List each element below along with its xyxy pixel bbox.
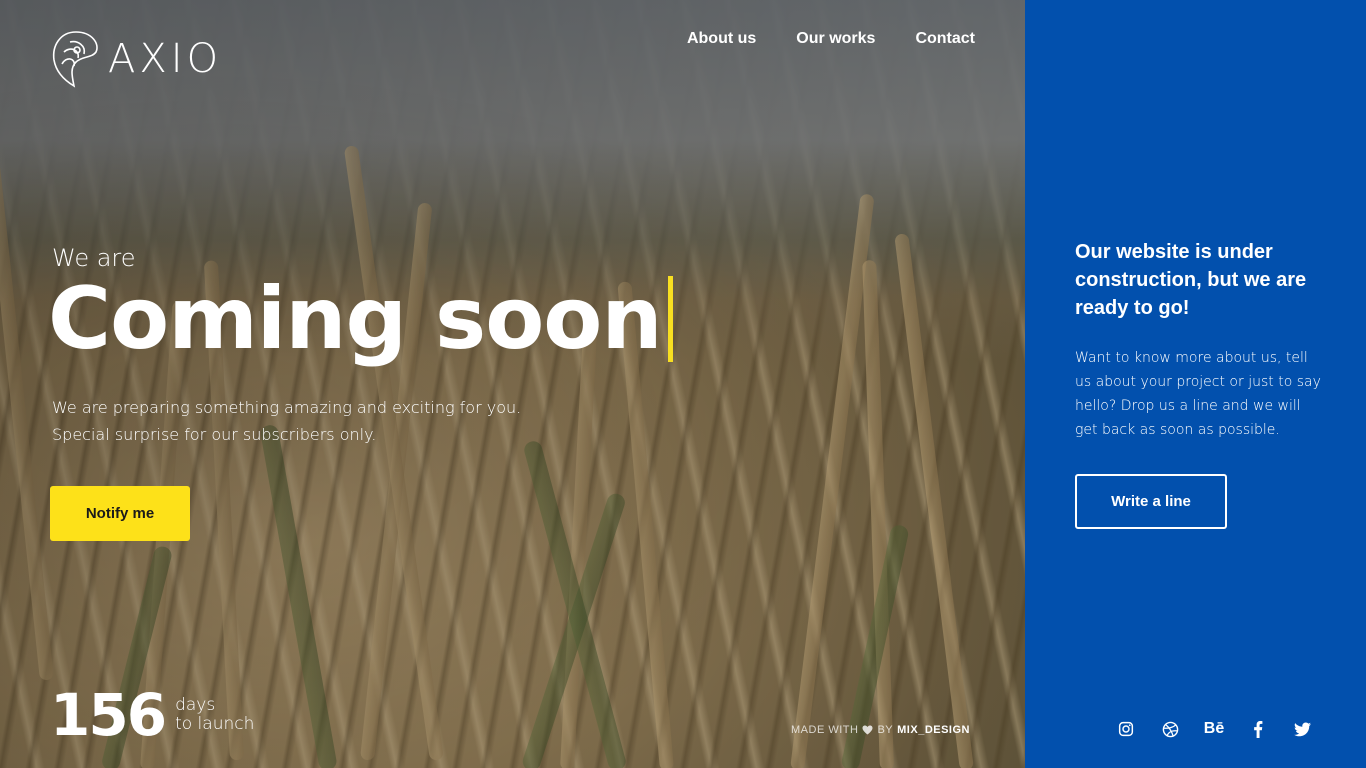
facebook-icon[interactable] (1249, 718, 1267, 740)
nav-our-works[interactable]: Our works (796, 30, 875, 48)
mix-design-link[interactable]: MIX_DESIGN (897, 724, 970, 736)
logo[interactable]: AXIO (50, 28, 222, 90)
hero-background (0, 0, 1025, 768)
hero-subtitle-line2: Special surprise for our subscribers onl… (52, 425, 377, 444)
countdown-unit: days to launch (175, 696, 254, 734)
dribbble-icon[interactable] (1161, 718, 1179, 740)
notify-me-button[interactable]: Notify me (50, 486, 190, 541)
hero-subtitle: We are preparing something amazing and e… (52, 394, 521, 448)
countdown-unit-line1: days (175, 695, 216, 715)
hero-subtitle-line1: We are preparing something amazing and e… (52, 398, 522, 417)
logo-text: AXIO (108, 36, 223, 82)
made-with-credit: MADE WITH BY MIX_DESIGN (791, 724, 970, 736)
countdown-value: 156 (50, 681, 167, 749)
hero-headline-text: Coming soon (48, 269, 663, 369)
panel-text: Want to know more about us, tell us abou… (1075, 350, 1321, 438)
instagram-icon[interactable] (1117, 718, 1135, 740)
typing-cursor (667, 276, 673, 363)
nav-contact[interactable]: Contact (915, 30, 975, 48)
nav-about-us[interactable]: About us (687, 30, 756, 48)
countdown: 156 days to launch (50, 686, 254, 744)
logo-icon (52, 31, 98, 88)
heart-icon (862, 725, 873, 735)
made-with-by: BY (877, 724, 894, 736)
hero-headline: Coming soon (48, 272, 673, 367)
social-links: Bē (1117, 718, 1311, 740)
hero-eyebrow: We are (52, 244, 136, 272)
behance-icon[interactable]: Bē (1204, 718, 1224, 740)
main-nav: About us Our works Contact (687, 30, 975, 48)
contact-panel: Our website is under construction, but w… (1025, 0, 1366, 768)
countdown-unit-line2: to launch (175, 714, 255, 734)
write-a-line-button[interactable]: Write a line (1075, 474, 1227, 529)
panel-title: Our website is under construction, but w… (1075, 241, 1307, 319)
made-with-prefix: MADE WITH (791, 724, 859, 736)
twitter-icon[interactable] (1293, 718, 1311, 740)
